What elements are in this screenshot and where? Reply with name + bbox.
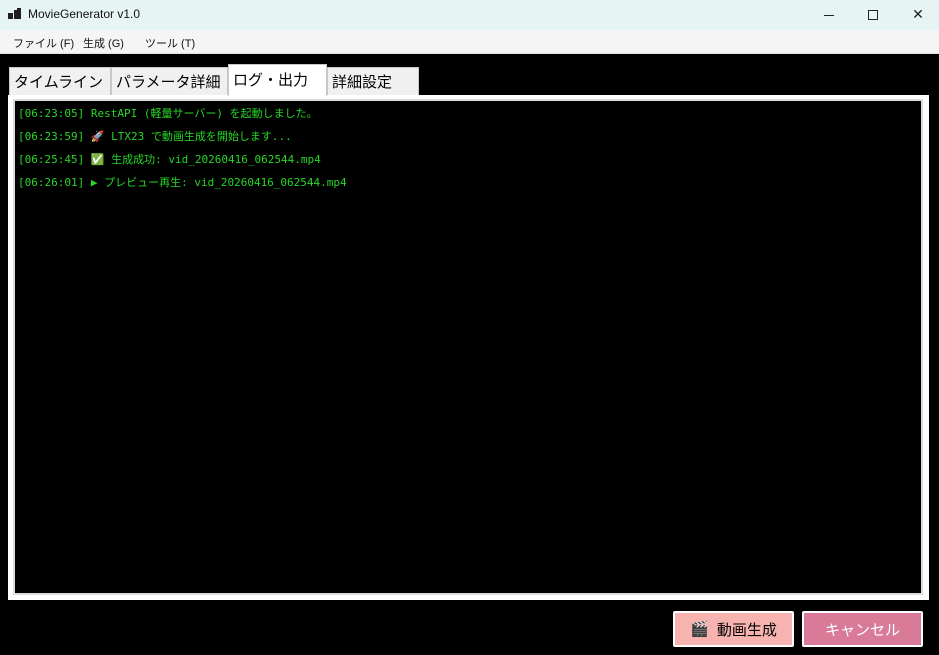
menu-generate[interactable]: 生成 (G)	[83, 35, 124, 51]
app-window: MovieGenerator v1.0 ✕ ファイル (F) 生成 (G) ツー…	[0, 0, 939, 655]
close-button[interactable]: ✕	[895, 0, 939, 30]
cancel-button[interactable]: キャンセル	[802, 611, 923, 647]
clapperboard-icon: 🎬	[690, 620, 709, 638]
app-icon	[8, 8, 21, 21]
minimize-icon	[824, 14, 834, 16]
maximize-icon	[868, 10, 878, 20]
log-line: [06:26:01] ▶ プレビュー再生: vid_20260416_06254…	[18, 176, 347, 189]
menu-bar: ファイル (F) 生成 (G) ツール (T)	[0, 30, 939, 54]
tab-log[interactable]: ログ・出力	[228, 64, 327, 96]
tab-details[interactable]: 詳細設定	[327, 67, 419, 96]
log-line: [06:23:59] 🚀 LTX23 で動画生成を開始します...	[18, 130, 292, 143]
close-icon: ✕	[912, 7, 924, 23]
tab-params[interactable]: パラメータ詳細	[111, 67, 228, 96]
log-line: [06:23:05] RestAPI (軽量サーバー) を起動しました。	[18, 107, 318, 120]
title-bar: MovieGenerator v1.0 ✕	[0, 0, 939, 30]
maximize-button[interactable]	[850, 0, 896, 30]
log-line: [06:25:45] ✅ 生成成功: vid_20260416_062544.m…	[18, 153, 321, 166]
cancel-button-label: キャンセル	[824, 620, 900, 639]
menu-file[interactable]: ファイル (F)	[13, 35, 74, 51]
tab-timeline[interactable]: タイムライン	[9, 67, 111, 96]
generate-button[interactable]: 🎬 動画生成	[673, 611, 794, 647]
log-output[interactable]: [06:23:05] RestAPI (軽量サーバー) を起動しました。 [06…	[13, 99, 923, 595]
minimize-button[interactable]	[806, 0, 852, 30]
generate-button-label: 動画生成	[716, 620, 777, 639]
menu-tools[interactable]: ツール (T)	[145, 35, 195, 51]
window-title: MovieGenerator v1.0	[28, 7, 141, 21]
